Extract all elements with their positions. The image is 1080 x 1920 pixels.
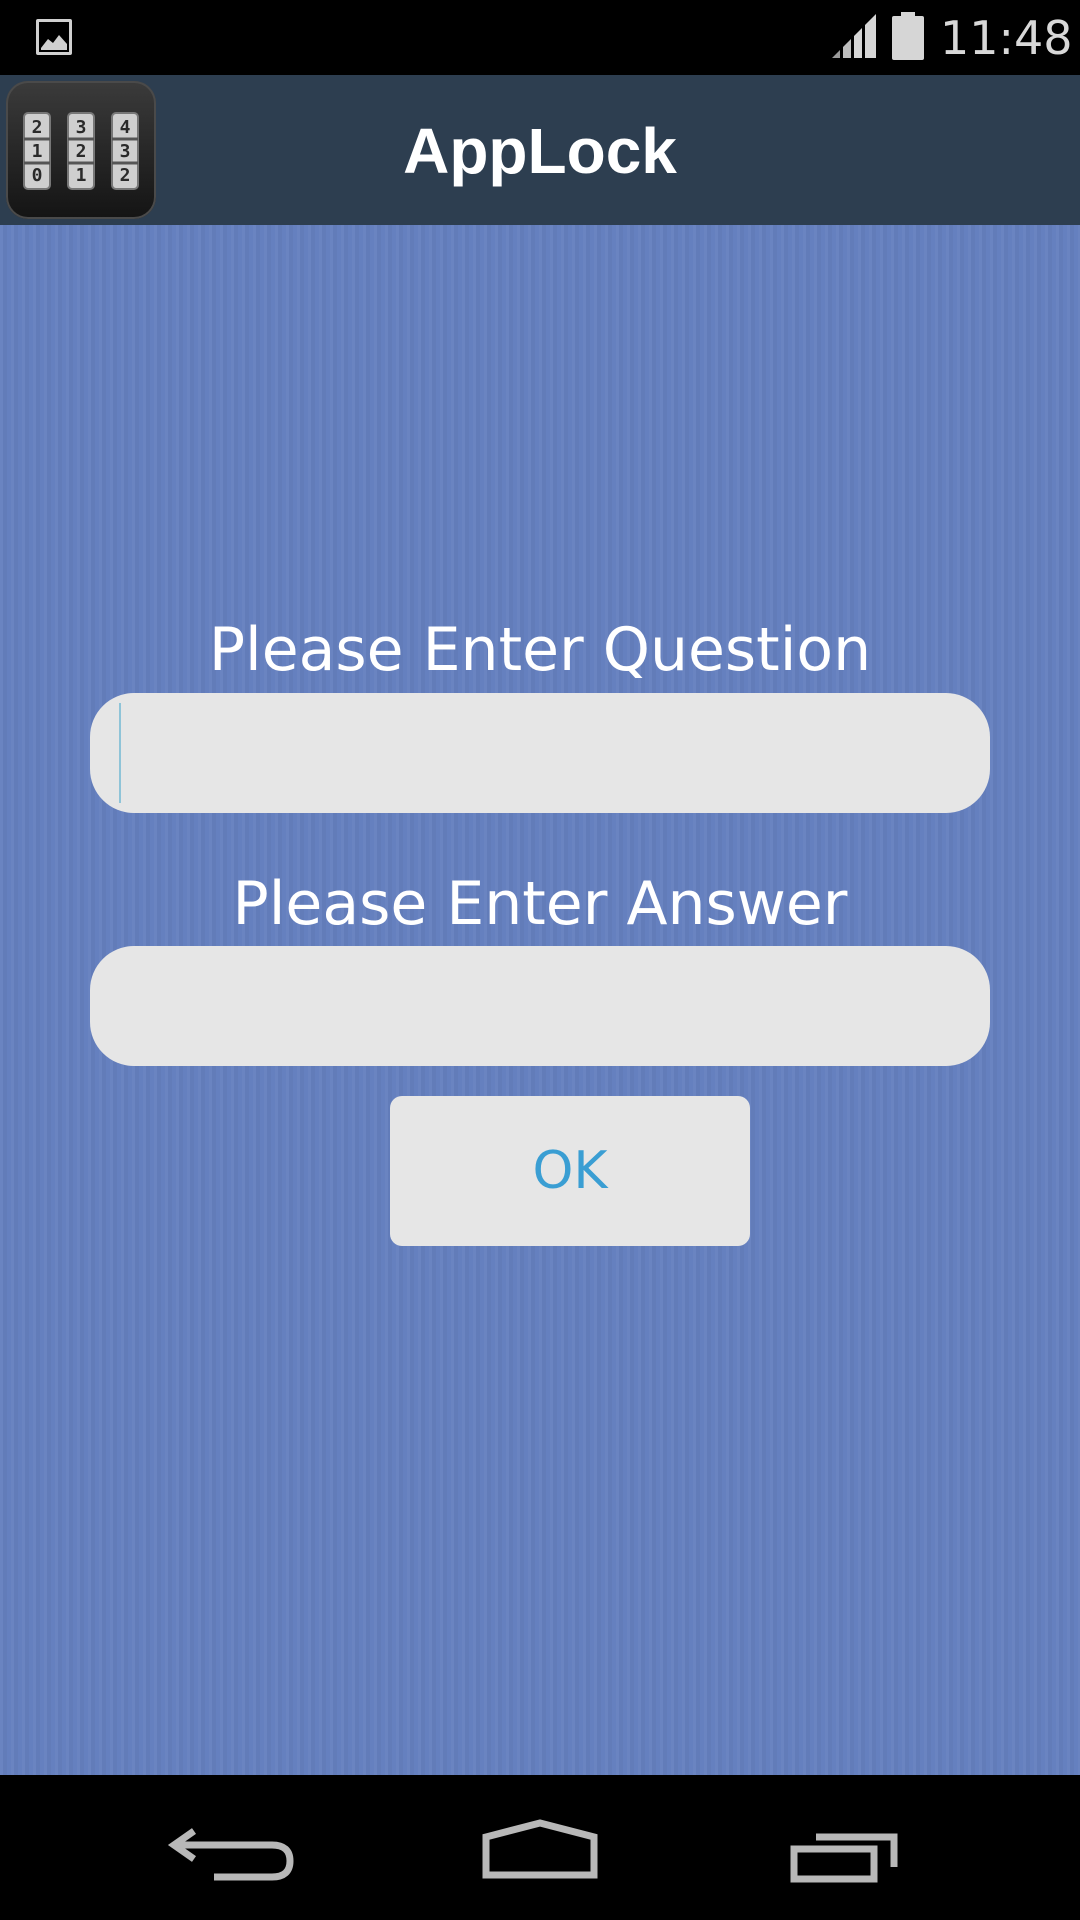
question-input[interactable] xyxy=(90,693,990,813)
answer-input[interactable] xyxy=(90,946,990,1066)
svg-text:2: 2 xyxy=(76,141,87,162)
text-cursor xyxy=(119,703,121,803)
svg-text:0: 0 xyxy=(32,165,43,186)
app-bar: 2 1 0 3 2 1 4 3 2 AppLock xyxy=(0,75,1080,225)
back-button[interactable] xyxy=(140,1775,340,1920)
image-icon xyxy=(36,19,72,55)
main-content: Please Enter Question Please Enter Answe… xyxy=(0,225,1080,1775)
status-time: 11:48 xyxy=(940,11,1073,65)
back-icon xyxy=(167,1828,294,1881)
ok-button[interactable]: OK xyxy=(390,1096,750,1246)
home-icon xyxy=(482,1819,598,1879)
svg-text:3: 3 xyxy=(76,117,87,138)
svg-text:3: 3 xyxy=(120,141,131,162)
question-label: Please Enter Question xyxy=(208,615,872,685)
answer-label: Please Enter Answer xyxy=(232,869,848,939)
home-button[interactable] xyxy=(440,1775,640,1920)
svg-text:4: 4 xyxy=(120,117,131,138)
svg-text:1: 1 xyxy=(76,165,87,186)
navigation-bar xyxy=(0,1775,1080,1920)
app-title: AppLock xyxy=(403,115,677,187)
signal-icon xyxy=(832,14,876,58)
svg-text:2: 2 xyxy=(32,117,43,138)
battery-icon xyxy=(892,12,924,60)
svg-text:1: 1 xyxy=(32,141,43,162)
recent-apps-icon xyxy=(790,1833,898,1883)
svg-text:2: 2 xyxy=(120,165,131,186)
combination-lock-icon: 2 1 0 3 2 1 4 3 2 xyxy=(6,81,156,219)
status-bar: 11:48 xyxy=(0,0,1080,75)
recent-apps-button[interactable] xyxy=(744,1775,944,1920)
